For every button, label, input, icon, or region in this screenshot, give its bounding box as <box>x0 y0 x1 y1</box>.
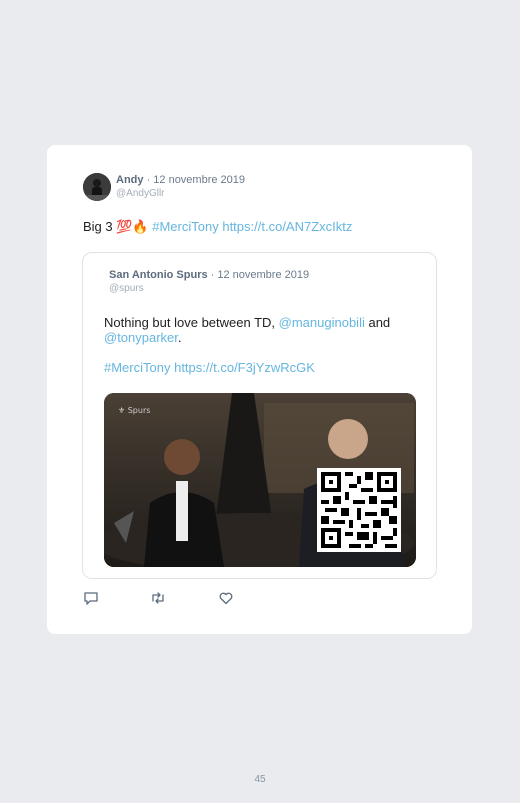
tweet-text-prefix: Big 3 💯🔥 <box>83 219 149 234</box>
heart-icon[interactable] <box>218 590 234 606</box>
quoted-text-line2: @tonyparker. <box>104 330 182 345</box>
quoted-date[interactable]: · 12 novembre 2019 <box>211 269 309 281</box>
quoted-text-part1: Nothing but love between TD, <box>104 315 279 330</box>
page-number: 45 <box>254 774 266 785</box>
quoted-handle[interactable]: @spurs <box>109 283 144 294</box>
mention-manuginobili[interactable]: @manuginobili <box>279 315 365 330</box>
quoted-text-line1: Nothing but love between TD, @manuginobi… <box>104 315 390 330</box>
tweet-header: Andy · 12 novembre 2019 <box>116 174 245 186</box>
avatar-image <box>83 173 111 201</box>
qr-code <box>317 468 401 552</box>
avatar[interactable] <box>83 173 111 201</box>
tweet-date[interactable]: · 12 novembre 2019 <box>147 174 245 186</box>
qr-code-graphic <box>317 468 401 552</box>
tweet-text: Big 3 💯🔥 #MerciTony https://t.co/AN7ZxcI… <box>83 219 352 235</box>
tweet-url-link[interactable]: https://t.co/AN7ZxcIktz <box>222 219 352 234</box>
quoted-author-name[interactable]: San Antonio Spurs <box>109 269 208 281</box>
quoted-text-part3: . <box>177 330 182 345</box>
quoted-url-link[interactable]: https://t.co/F3jYzwRcGK <box>174 360 315 375</box>
quoted-header: San Antonio Spurs · 12 novembre 2019 <box>109 269 309 281</box>
author-handle[interactable]: @AndyGllr <box>116 188 165 199</box>
mention-tonyparker[interactable]: @tonyparker <box>104 330 178 345</box>
quoted-hashtag-link[interactable]: #MerciTony <box>104 360 170 375</box>
retweet-icon[interactable] <box>150 590 166 606</box>
hashtag-link[interactable]: #MerciTony <box>152 219 218 234</box>
svg-text:⚜ Spurs: ⚜ Spurs <box>118 406 150 415</box>
quoted-links: #MerciTony https://t.co/F3jYzwRcGK <box>104 360 315 375</box>
reply-icon[interactable] <box>83 590 99 606</box>
author-name[interactable]: Andy <box>116 174 144 186</box>
quoted-text-part2: and <box>364 315 391 330</box>
